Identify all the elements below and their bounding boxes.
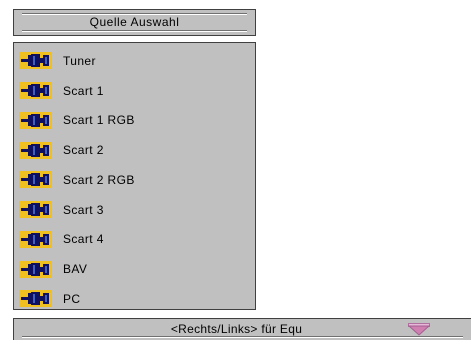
- connector-icon: [19, 82, 52, 100]
- connector-icon: [19, 260, 52, 278]
- menu-title-bar: Quelle Auswahl: [13, 9, 256, 36]
- source-label: Scart 2: [63, 143, 104, 158]
- source-item-scart-3[interactable]: Scart 3: [14, 195, 255, 225]
- source-label: Tuner: [63, 53, 96, 68]
- source-label: Scart 1: [63, 83, 104, 98]
- source-label: BAV: [63, 262, 88, 277]
- source-item-scart-2[interactable]: Scart 2: [14, 135, 255, 165]
- hint-text: <Rechts/Links> für Equ: [170, 322, 303, 336]
- source-label: PC: [63, 291, 81, 306]
- menu-title: Quelle Auswahl: [89, 15, 180, 29]
- connector-icon: [19, 201, 52, 219]
- source-item-scart-1-rgb[interactable]: Scart 1 RGB: [14, 106, 255, 136]
- source-item-scart-1[interactable]: Scart 1: [14, 76, 255, 106]
- hint-rule-bottom: [22, 336, 463, 338]
- connector-icon: [19, 230, 52, 248]
- connector-icon: [19, 111, 52, 129]
- connector-icon: [19, 290, 52, 308]
- source-item-tuner[interactable]: Tuner: [14, 46, 255, 76]
- title-rule-bottom: [22, 30, 247, 32]
- source-item-bav[interactable]: BAV: [14, 254, 255, 284]
- source-label: Scart 3: [63, 202, 104, 217]
- source-label: Scart 4: [63, 232, 104, 247]
- source-label: Scart 2 RGB: [63, 172, 135, 187]
- osd-menu-screen: Quelle Auswahl Tuner Scart 1 Scart 1 RGB…: [0, 0, 471, 340]
- hint-bar: <Rechts/Links> für Equ: [13, 318, 471, 340]
- source-item-scart-4[interactable]: Scart 4: [14, 225, 255, 255]
- source-item-pc[interactable]: PC: [14, 284, 255, 314]
- connector-icon: [19, 171, 52, 189]
- chevron-down-icon[interactable]: [408, 323, 430, 336]
- source-item-scart-2-rgb[interactable]: Scart 2 RGB: [14, 165, 255, 195]
- connector-icon: [19, 141, 52, 159]
- source-list-panel: Tuner Scart 1 Scart 1 RGB Scart 2 Scart …: [13, 42, 256, 310]
- source-label: Scart 1 RGB: [63, 113, 135, 128]
- source-list: Tuner Scart 1 Scart 1 RGB Scart 2 Scart …: [14, 46, 255, 314]
- connector-icon: [19, 52, 52, 70]
